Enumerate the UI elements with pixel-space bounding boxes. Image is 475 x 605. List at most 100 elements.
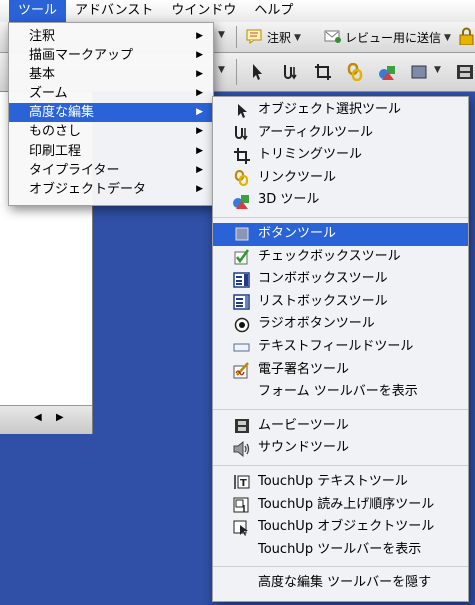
- menu-item-radio-tool[interactable]: ラジオボタンツール: [213, 313, 468, 336]
- button-icon: [410, 63, 428, 84]
- menu-item-label: 高度な編集: [29, 105, 95, 121]
- menu-item-label: リストボックスツール: [258, 293, 388, 309]
- scroll-left-icon[interactable]: ◀: [34, 412, 42, 423]
- menu-item-movie-tool[interactable]: ムービーツール: [213, 415, 468, 438]
- menu-item-label: コンボボックスツール: [258, 271, 388, 287]
- menu-item-label: TouchUp オブジェクトツール: [258, 519, 435, 535]
- send-review-icon: [324, 28, 342, 47]
- radio-icon: [233, 316, 250, 333]
- article-tool-button[interactable]: [282, 63, 300, 84]
- menu-advanced[interactable]: アドバンスト: [66, 0, 162, 22]
- menu-item-link-tool[interactable]: リンクツール: [213, 167, 468, 190]
- menu-item-typewriter[interactable]: タイプライター ▶: [9, 161, 213, 180]
- menu-item-label: テキストフィールドツール: [258, 338, 414, 354]
- menu-item-label: 電子署名ツール: [258, 361, 350, 377]
- menu-item-label: TouchUp 読み上げ順序ツール: [258, 496, 435, 512]
- article-icon: [282, 63, 300, 84]
- menu-item-reading-order-tool[interactable]: TouchUp 読み上げ順序ツール: [213, 494, 468, 517]
- menu-item-textfield-tool[interactable]: テキストフィールドツール: [213, 336, 468, 359]
- submenu-arrow-icon: ▶: [196, 88, 203, 99]
- tools-menu: 注釈 ▶ 描画マークアップ ▶ 基本 ▶ ズーム ▶ 高度な編集 ▶ ものさし ▶ 印刷工程…: [8, 22, 214, 206]
- menu-item-label: リンクツール: [258, 169, 337, 185]
- menu-item-sound-tool[interactable]: サウンドツール: [213, 437, 468, 460]
- toolbar-dropdown-2[interactable]: ▼: [218, 65, 225, 75]
- menu-item-combobox-tool[interactable]: コンボボックスツール: [213, 268, 468, 291]
- menu-item-article-tool[interactable]: アーティクルツール: [213, 122, 468, 145]
- link-icon: [233, 170, 250, 187]
- menu-item-label: オブジェクトデータ: [29, 181, 147, 197]
- menu-item-measuring[interactable]: ものさし ▶: [9, 122, 213, 141]
- submenu-arrow-icon: ▶: [196, 126, 203, 137]
- menu-item-touchup-text-tool[interactable]: T TouchUp テキストツール: [213, 471, 468, 494]
- menu-item-signature-tool[interactable]: 電子署名ツール: [213, 359, 468, 382]
- link-tool-button[interactable]: [346, 62, 364, 84]
- menu-item-advanced-editing[interactable]: 高度な編集 ▶: [9, 103, 213, 123]
- lock-icon[interactable]: [458, 27, 474, 45]
- toolbar-dropdown[interactable]: ▼: [218, 30, 225, 40]
- menu-help[interactable]: ヘルプ: [245, 0, 302, 22]
- menu-item-listbox-tool[interactable]: リストボックスツール: [213, 291, 468, 314]
- 3d-icon: [378, 63, 396, 84]
- menu-item-label: 注釈: [29, 29, 56, 44]
- comment-label: 注釈: [267, 31, 292, 45]
- toolbar-dropdown-3[interactable]: ▼: [434, 65, 441, 75]
- menu-item-label: 高度な編集 ツールバーを隠す: [258, 575, 432, 591]
- link-icon: [346, 62, 364, 84]
- svg-text:T: T: [240, 478, 247, 489]
- article-icon: [233, 125, 250, 142]
- menu-item-label: フォーム ツールバーを表示: [258, 384, 418, 400]
- combobox-icon: [233, 271, 250, 288]
- advanced-editing-submenu: オブジェクト選択ツール アーティクルツール トリミングツール リンクツール 3D…: [212, 96, 469, 602]
- 3d-icon: [233, 192, 250, 209]
- menu-item-button-tool[interactable]: ボタンツール: [213, 222, 468, 246]
- menu-item-drawing-markup[interactable]: 描画マークアップ ▶: [9, 46, 213, 65]
- select-object-tool-button[interactable]: [250, 63, 264, 84]
- menu-item-label: 基本: [29, 67, 56, 83]
- menu-item-label: ものさし: [29, 124, 82, 140]
- crop-icon: [314, 63, 332, 84]
- menu-item-label: TouchUp ツールバーを表示: [258, 541, 422, 557]
- horizontal-scrollbar[interactable]: ◀ ▶: [0, 405, 92, 434]
- crop-tool-button[interactable]: [314, 63, 332, 84]
- sound-icon: [233, 440, 250, 457]
- menu-separator: [213, 216, 468, 218]
- select-object-icon: [233, 102, 250, 119]
- menu-item-label: ムービーツール: [258, 417, 349, 433]
- menu-item-touchup-object-tool[interactable]: TouchUp オブジェクトツール: [213, 516, 468, 539]
- menu-item-hide-advanced-toolbar[interactable]: 高度な編集 ツールバーを隠す: [213, 572, 468, 595]
- menu-window[interactable]: ウインドウ: [162, 0, 245, 22]
- 3d-tool-button[interactable]: [378, 63, 396, 84]
- menu-item-label: TouchUp テキストツール: [258, 473, 408, 489]
- menu-item-zoom[interactable]: ズーム ▶: [9, 84, 213, 103]
- menu-item-label: 描画マークアップ: [29, 48, 134, 64]
- button-tool-button[interactable]: [410, 63, 428, 84]
- reading-order-icon: [233, 497, 250, 514]
- menu-item-show-touchup-toolbar[interactable]: TouchUp ツールバーを表示: [213, 539, 468, 562]
- menu-separator: [213, 408, 468, 410]
- submenu-arrow-icon: ▶: [196, 69, 203, 80]
- menu-item-print-production[interactable]: 印刷工程 ▶: [9, 142, 213, 161]
- menu-tools[interactable]: ツール: [9, 0, 67, 22]
- textfield-icon: [233, 339, 250, 356]
- scroll-right-icon[interactable]: ▶: [56, 412, 64, 423]
- menu-item-crop-tool[interactable]: トリミングツール: [213, 144, 468, 167]
- send-review-label: レビュー用に送信: [345, 31, 442, 45]
- menu-item-basic[interactable]: 基本 ▶: [9, 65, 213, 84]
- submenu-arrow-icon: ▶: [196, 164, 203, 175]
- menu-item-label: 印刷工程: [29, 143, 82, 159]
- menu-item-select-object-tool[interactable]: オブジェクト選択ツール: [213, 99, 468, 122]
- menu-item-object-data[interactable]: オブジェクトデータ ▶: [9, 180, 213, 199]
- comment-icon: [246, 28, 264, 47]
- menu-item-3d-tool[interactable]: 3D ツール: [213, 189, 468, 212]
- submenu-arrow-icon: ▶: [196, 31, 203, 41]
- menu-item-label: 3D ツール: [258, 192, 320, 208]
- movie-tool-button[interactable]: [456, 63, 474, 84]
- listbox-icon: [233, 294, 250, 311]
- comment-toolbar-button[interactable]: 注釈 ▼: [246, 28, 301, 47]
- touchup-text-icon: T: [233, 474, 250, 491]
- menu-item-checkbox-tool[interactable]: チェックボックスツール: [213, 246, 468, 269]
- menu-item-show-forms-toolbar[interactable]: フォーム ツールバーを表示: [213, 381, 468, 404]
- send-review-button[interactable]: レビュー用に送信 ▼: [324, 28, 451, 47]
- menu-item-label: オブジェクト選択ツール: [258, 102, 402, 117]
- menu-item-comments[interactable]: 注釈 ▶: [9, 27, 213, 46]
